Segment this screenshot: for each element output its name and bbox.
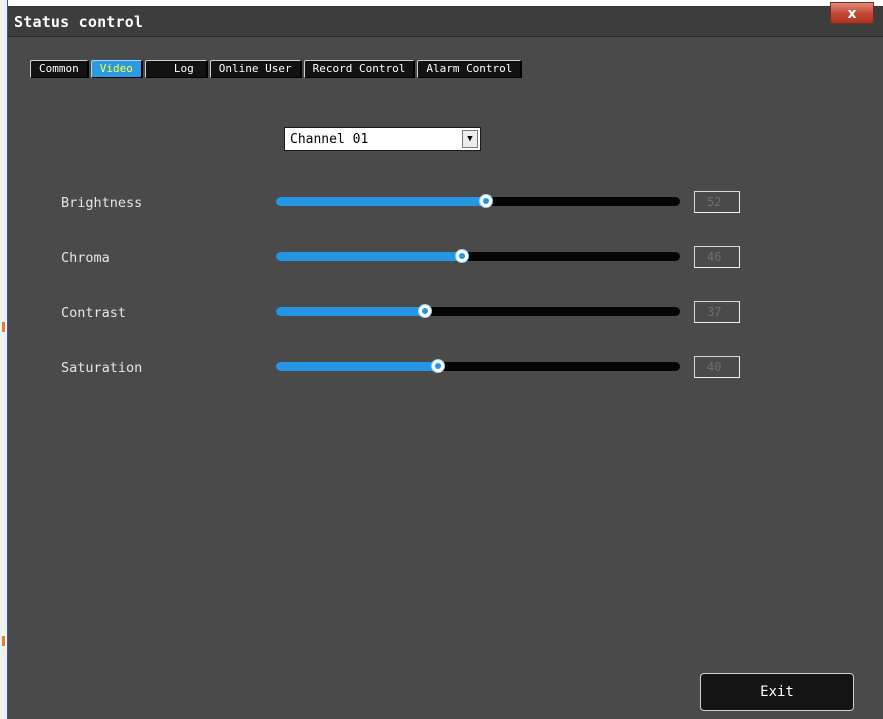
tab-label: Video <box>99 62 133 75</box>
slider-track <box>276 252 680 261</box>
status-control-window: Status control x Common Video Log Online… <box>8 2 883 719</box>
exit-button[interactable]: Exit <box>700 673 854 711</box>
slider-track <box>276 197 680 206</box>
slider-fill <box>276 252 462 261</box>
tab-common[interactable]: Common <box>30 60 89 78</box>
tab-bar: Common Video Log Online User Record Cont… <box>30 60 524 78</box>
slider-fill <box>276 362 438 371</box>
contrast-label: Contrast <box>61 305 127 321</box>
brightness-label: Brightness <box>61 195 143 211</box>
tab-video[interactable]: Video <box>90 60 143 78</box>
background-window-edge <box>0 0 8 719</box>
exit-button-label: Exit <box>760 684 794 700</box>
window-title: Status control <box>14 13 144 31</box>
chroma-slider[interactable] <box>276 249 680 264</box>
brightness-slider[interactable] <box>276 194 680 209</box>
slider-track <box>276 362 680 371</box>
tab-label: Log <box>173 62 194 75</box>
tab-label: Online User <box>218 62 292 75</box>
tab-record-control[interactable]: Record Control <box>303 60 416 78</box>
saturation-label: Saturation <box>61 360 143 376</box>
title-bar: Status control x <box>8 2 883 37</box>
saturation-slider[interactable] <box>276 359 680 374</box>
channel-select[interactable]: Channel 01 ▼ <box>284 127 481 151</box>
chevron-down-icon[interactable]: ▼ <box>462 130 478 148</box>
brightness-value[interactable]: 52 <box>694 191 740 213</box>
slider-thumb[interactable] <box>418 304 432 318</box>
tab-label: Common <box>39 62 79 75</box>
slider-fill <box>276 307 425 316</box>
close-icon: x <box>847 6 857 22</box>
close-button[interactable]: x <box>830 2 874 24</box>
slider-thumb[interactable] <box>479 194 493 208</box>
contrast-slider[interactable] <box>276 304 680 319</box>
background-marker <box>2 636 5 646</box>
tab-label: Alarm Control <box>426 62 513 75</box>
saturation-value[interactable]: 40 <box>694 356 740 378</box>
background-marker <box>2 322 5 332</box>
chroma-label: Chroma <box>61 250 110 266</box>
slider-fill <box>276 197 486 206</box>
slider-thumb[interactable] <box>455 249 469 263</box>
slider-thumb[interactable] <box>431 359 445 373</box>
tab-alarm-control[interactable]: Alarm Control <box>417 60 523 78</box>
channel-select-value: Channel 01 <box>290 132 369 147</box>
chroma-value[interactable]: 46 <box>694 246 740 268</box>
contrast-value[interactable]: 37 <box>694 301 740 323</box>
tab-label: Record Control <box>312 62 406 75</box>
slider-track <box>276 307 680 316</box>
tab-log[interactable]: Log <box>144 60 208 78</box>
tab-online-user[interactable]: Online User <box>209 60 302 78</box>
